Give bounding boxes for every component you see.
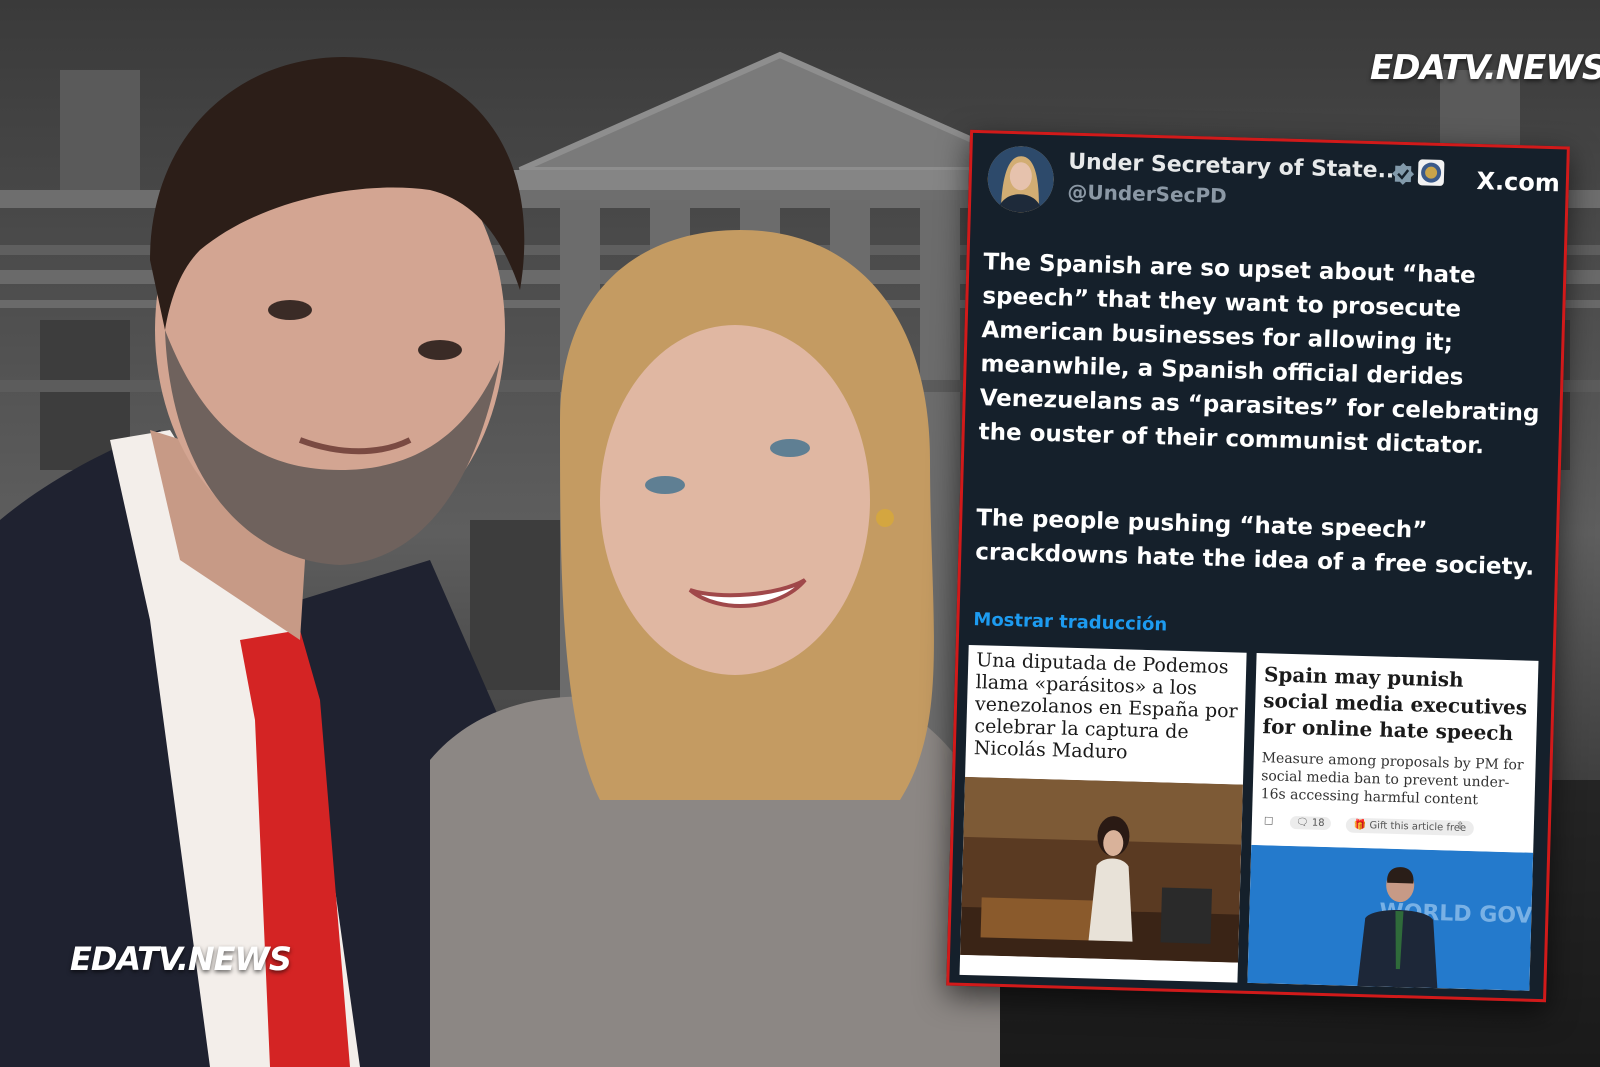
embedded-article-guardian[interactable]: Spain may punish social media executives… (1247, 652, 1539, 991)
tweet-text-paragraph-2: The people pushing “hate speech” crackdo… (974, 505, 1535, 581)
show-translation-link[interactable]: Mostrar traducción (973, 609, 1167, 635)
article-headline: Spain may punish social media executives… (1262, 662, 1528, 746)
speaker-at-podium-image: WORLD GOVERNMENTS 2026 (1247, 844, 1533, 991)
thumbnail-composite: EDATV.NEWS EDATV.NEWS Under Secretary of… (0, 0, 1600, 1067)
verified-badge-icon (1392, 162, 1415, 185)
bookmark-icon[interactable]: □ (1264, 815, 1274, 826)
tweet-card: Under Secretary of State... @UnderSecPD … (946, 129, 1570, 1003)
account-name[interactable]: Under Secretary of State... (1068, 150, 1403, 184)
gift-icon: 🎁 (1353, 819, 1367, 832)
tweet-text-paragraph-1: The Spanish are so upset about “hate spe… (978, 249, 1540, 460)
gift-label: Gift this article free (1369, 820, 1467, 834)
avatar[interactable] (986, 145, 1055, 214)
parliament-speaker-image (960, 776, 1243, 963)
comment-count: 18 (1311, 817, 1325, 829)
share-icon[interactable]: ⇧ (1456, 821, 1465, 832)
comments-button[interactable]: 🗨 18 (1289, 815, 1331, 831)
embedded-article-spanish[interactable]: Una diputada de Podemos llama «parásitos… (959, 644, 1247, 983)
people-photo (0, 56, 1000, 1067)
x-site-label: X.com (1476, 166, 1561, 198)
brand-logo-bottom: EDATV.NEWS (70, 940, 292, 978)
state-department-seal-icon (1417, 159, 1445, 187)
account-handle[interactable]: @UnderSecPD (1067, 180, 1227, 208)
brand-logo-top: EDATV.NEWS (1370, 48, 1600, 88)
article-action-bar: □ 🗨 18 🎁 Gift this article free ⇧ (1260, 813, 1529, 842)
article-subheadline: Measure among proposals by PM for social… (1260, 750, 1524, 809)
article-headline: Una diputada de Podemos llama «parásitos… (973, 649, 1238, 764)
tweet-screenshot: Under Secretary of State... @UnderSecPD … (946, 129, 1570, 1006)
